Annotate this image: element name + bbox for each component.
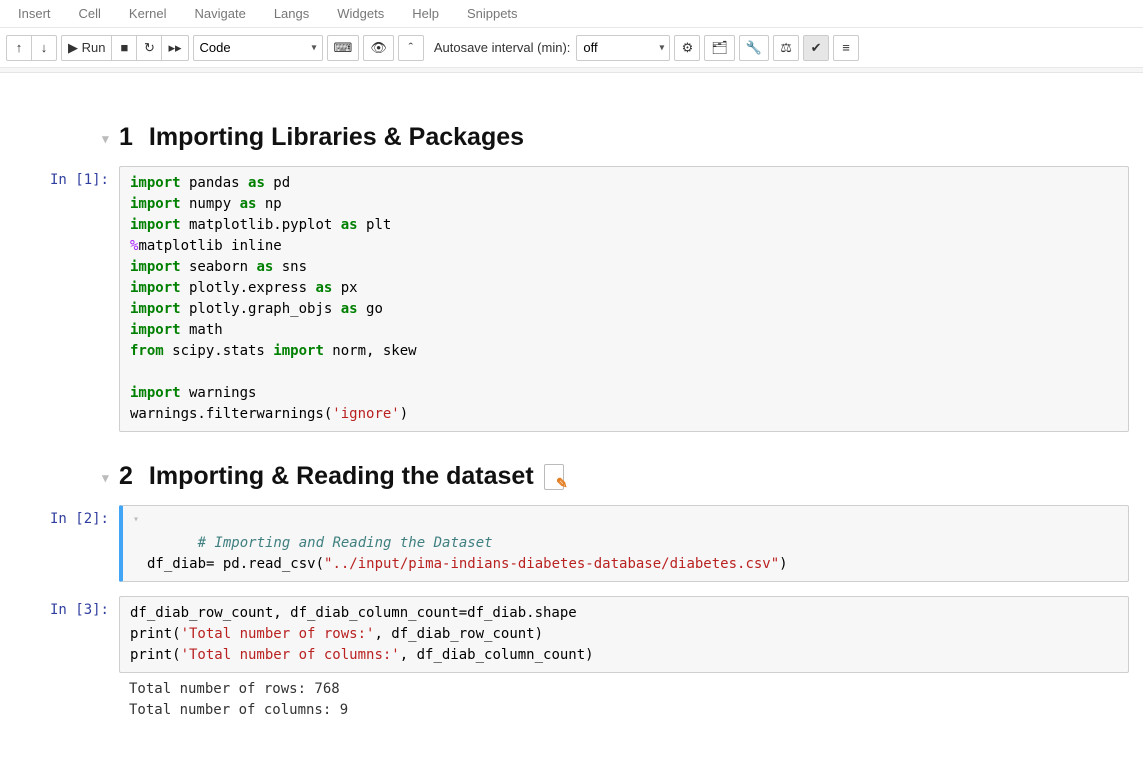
run-button[interactable]: ▶ Run — [61, 35, 112, 61]
code-input[interactable]: ▾# Importing and Reading the Dataset df_… — [119, 505, 1129, 582]
autosave-select[interactable]: off — [576, 35, 670, 61]
heading-number: 2 — [119, 462, 133, 491]
settings-button[interactable]: ⚙ — [674, 35, 700, 61]
menu-snippets[interactable]: Snippets — [453, 2, 532, 25]
collapse-icon[interactable]: ▼ — [102, 130, 109, 146]
spellcheck-icon: ✔ — [811, 40, 822, 56]
menu-langs[interactable]: Langs — [260, 2, 323, 25]
run-all-button[interactable]: ▸▸ — [161, 35, 188, 61]
arrow-up-icon: ↑ — [16, 40, 23, 55]
code-input[interactable]: df_diab_row_count, df_diab_column_count=… — [119, 596, 1129, 673]
cell-type-select[interactable]: Code — [193, 35, 323, 61]
move-up-button[interactable]: ↑ — [6, 35, 32, 61]
code-cell[interactable]: In [2]: ▾# Importing and Reading the Dat… — [14, 505, 1129, 582]
command-palette-button[interactable]: ⌨ — [327, 35, 360, 61]
run-label: Run — [82, 40, 106, 55]
notebook-container: ▼ 1 Importing Libraries & Packages In [1… — [0, 73, 1143, 759]
autosave-label: Autosave interval (min): — [428, 40, 573, 55]
document-edit-icon — [544, 464, 566, 490]
spellcheck-button[interactable]: ✔ — [803, 35, 829, 61]
keyboard-icon: ⌨ — [334, 40, 353, 56]
code-input[interactable]: import pandas as pd import numpy as np i… — [119, 166, 1129, 432]
fast-forward-icon: ▸▸ — [168, 40, 181, 56]
prompt: In [2]: — [14, 505, 119, 582]
restart-icon: ↻ — [144, 40, 155, 56]
list-button[interactable]: ≡ — [833, 35, 859, 61]
stop-button[interactable]: ■ — [111, 35, 137, 61]
prompt: In [1]: — [14, 166, 119, 432]
move-down-button[interactable]: ↓ — [31, 35, 57, 61]
toolbar: ↑ ↓ ▶ Run ■ ↻ ▸▸ Code ⌨ 👁 ˆ Autosave int… — [0, 28, 1143, 68]
menu-navigate[interactable]: Navigate — [181, 2, 260, 25]
eye-icon: 👁 — [370, 40, 387, 56]
stop-icon: ■ — [121, 40, 129, 55]
gear-icon: ⚙ — [682, 40, 694, 56]
inspector-icon: 🗂 — [711, 40, 728, 56]
variable-inspector-button[interactable]: 🗂 — [704, 35, 735, 61]
menu-widgets[interactable]: Widgets — [323, 2, 398, 25]
restart-button[interactable]: ↻ — [136, 35, 162, 61]
preview-button[interactable]: 👁 — [363, 35, 394, 61]
section-heading-1: ▼ 1 Importing Libraries & Packages — [14, 123, 1129, 152]
cell-output: Total number of rows: 768 Total number o… — [119, 673, 1129, 727]
menubar: Insert Cell Kernel Navigate Langs Widget… — [0, 0, 1143, 28]
heading-title: Importing Libraries & Packages — [149, 123, 524, 152]
judge-button[interactable]: ⚖ — [773, 35, 799, 61]
heading-title: Importing & Reading the dataset — [149, 462, 534, 491]
code-cell[interactable]: In [1]: import pandas as pd import numpy… — [14, 166, 1129, 432]
heading-number: 1 — [119, 123, 133, 152]
menu-cell[interactable]: Cell — [65, 2, 115, 25]
wrench-icon: 🔧 — [746, 40, 762, 56]
prompt: In [3]: — [14, 596, 119, 727]
chevron-up-icon: ˆ — [409, 40, 413, 55]
section-heading-2: ▼ 2 Importing & Reading the dataset — [14, 462, 1129, 491]
list-icon: ≡ — [842, 40, 850, 55]
menu-kernel[interactable]: Kernel — [115, 2, 181, 25]
gavel-icon: ⚖ — [780, 40, 792, 56]
play-icon: ▶ — [68, 40, 78, 56]
code-cell[interactable]: In [3]: df_diab_row_count, df_diab_colum… — [14, 596, 1129, 727]
tools-button[interactable]: 🔧 — [739, 35, 769, 61]
menu-insert[interactable]: Insert — [4, 2, 65, 25]
code-fold-icon[interactable]: ▾ — [133, 512, 139, 527]
menu-help[interactable]: Help — [398, 2, 453, 25]
arrow-down-icon: ↓ — [41, 40, 48, 55]
collapse-button[interactable]: ˆ — [398, 35, 424, 61]
collapse-icon[interactable]: ▼ — [102, 469, 109, 485]
